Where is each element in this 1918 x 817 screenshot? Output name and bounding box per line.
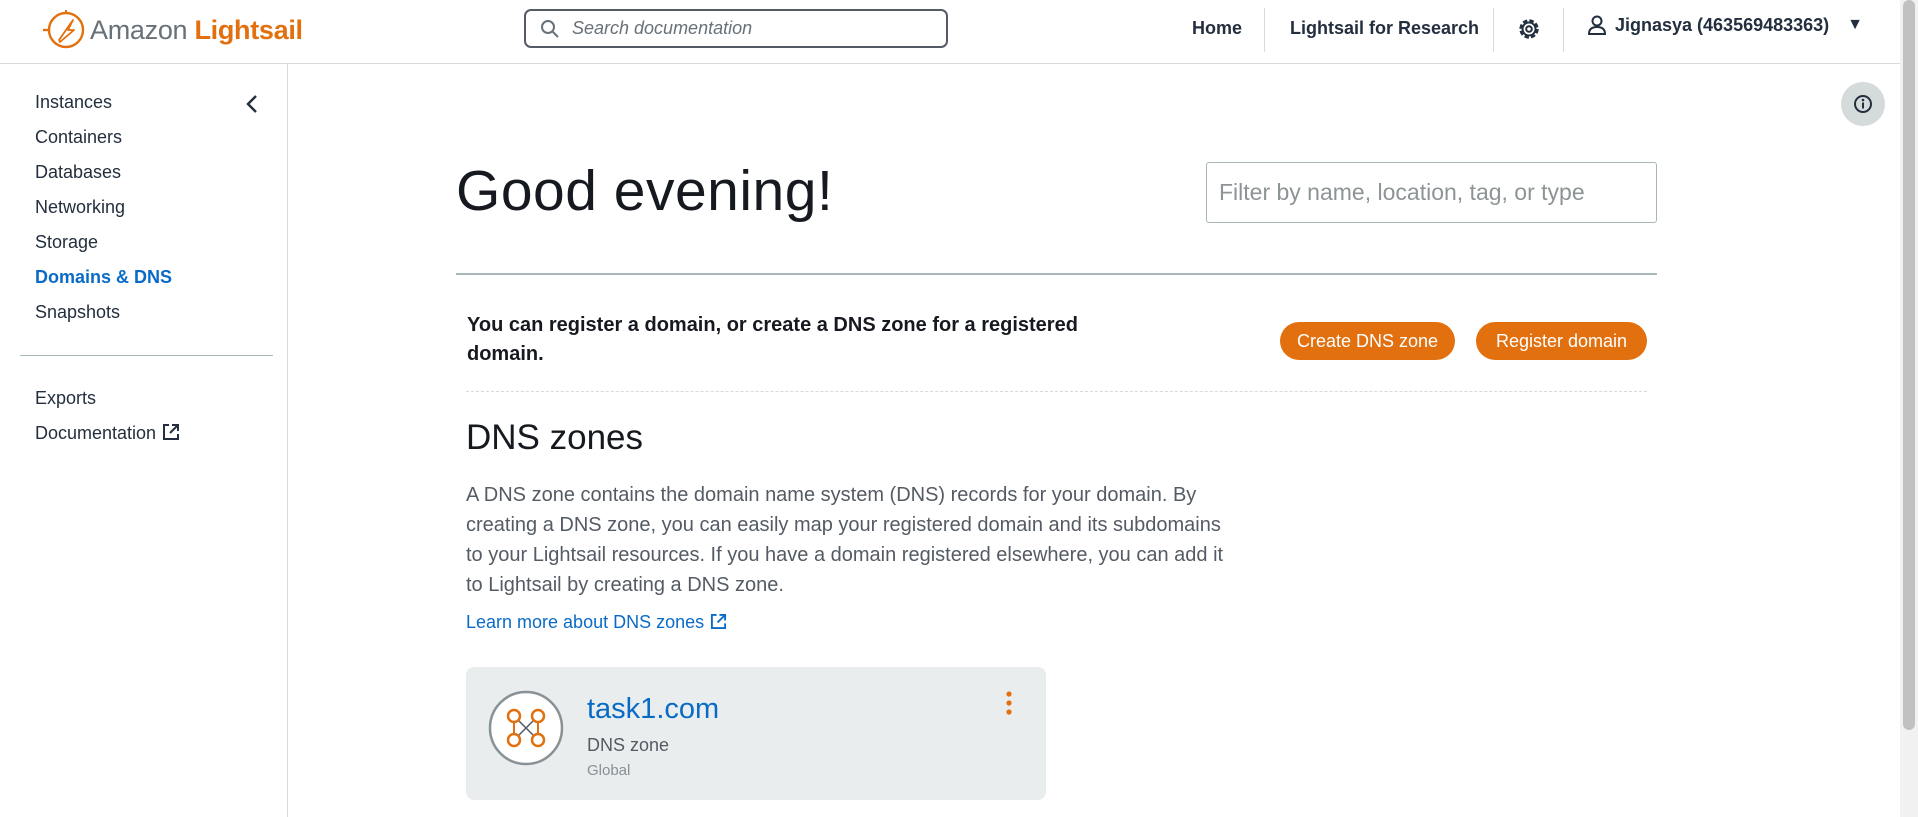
lightsail-logo[interactable]: Amazon Lightsail [40, 8, 303, 52]
dns-zone-location: Global [587, 762, 631, 779]
section-divider [466, 391, 1647, 392]
lightsail-logo-icon [43, 10, 85, 49]
nav-lightsail-for-research-link[interactable]: Lightsail for Research [1290, 18, 1479, 39]
account-name: Jignasya (463569483363) [1615, 14, 1830, 35]
create-dns-zone-button[interactable]: Create DNS zone [1280, 322, 1455, 360]
nav-divider [1563, 8, 1564, 52]
top-navigation-bar: Amazon Lightsail Home Lightsail for Rese… [0, 0, 1900, 64]
domain-intro-text: You can register a domain, or create a D… [467, 314, 1078, 365]
header-divider [456, 273, 1657, 275]
dns-zones-description: A DNS zone contains the domain name syst… [466, 484, 1224, 596]
sidebar: Instances Containers Databases Networkin… [0, 64, 288, 817]
brand-name: Lightsail [194, 14, 303, 45]
sidebar-item-storage[interactable]: Storage [35, 232, 98, 253]
nav-divider [1264, 8, 1265, 52]
info-panel-button[interactable] [1841, 82, 1885, 126]
documentation-search-input[interactable] [570, 17, 914, 40]
dns-zone-icon [488, 690, 564, 766]
brand-prefix: Amazon [90, 14, 188, 45]
account-menu[interactable]: Jignasya (463569483363) ▼ [1587, 14, 1863, 36]
learn-more-label: Learn more about DNS zones [466, 612, 705, 632]
dns-zone-card[interactable]: task1.com DNS zone Global [466, 667, 1046, 800]
sidebar-item-documentation[interactable]: Documentation [35, 423, 180, 444]
register-domain-button[interactable]: Register domain [1476, 322, 1647, 360]
sidebar-item-domains-dns[interactable]: Domains & DNS [35, 267, 172, 288]
page-greeting: Good evening! [456, 159, 834, 223]
learn-more-dns-link[interactable]: Learn more about DNS zones [466, 612, 727, 633]
caret-down-icon: ▼ [1847, 16, 1864, 33]
user-icon [1587, 15, 1607, 35]
sidebar-item-label: Documentation [35, 423, 157, 443]
resource-filter-input[interactable] [1206, 162, 1657, 223]
sidebar-item-networking[interactable]: Networking [35, 197, 125, 218]
external-link-icon [711, 613, 727, 630]
sidebar-item-containers[interactable]: Containers [35, 127, 122, 148]
nav-divider [1493, 8, 1494, 52]
documentation-search[interactable] [524, 9, 948, 48]
dns-zones-heading: DNS zones [466, 418, 644, 457]
page-scrollbar[interactable] [1900, 0, 1918, 817]
sidebar-item-snapshots[interactable]: Snapshots [35, 302, 120, 323]
dns-zone-name-link[interactable]: task1.com [587, 693, 719, 726]
search-icon [541, 19, 559, 38]
gear-icon[interactable] [1515, 15, 1543, 43]
dns-zone-type: DNS zone [587, 735, 670, 755]
info-icon [1854, 95, 1872, 113]
sidebar-item-databases[interactable]: Databases [35, 162, 121, 183]
nav-home-link[interactable]: Home [1192, 18, 1242, 39]
chevron-left-icon[interactable] [242, 92, 262, 116]
sidebar-item-instances[interactable]: Instances [35, 92, 112, 113]
sidebar-item-exports[interactable]: Exports [35, 388, 96, 409]
scrollbar-thumb[interactable] [1903, 0, 1915, 730]
external-link-icon [163, 424, 180, 440]
sidebar-divider [20, 355, 273, 356]
more-options-icon[interactable] [1002, 689, 1016, 719]
